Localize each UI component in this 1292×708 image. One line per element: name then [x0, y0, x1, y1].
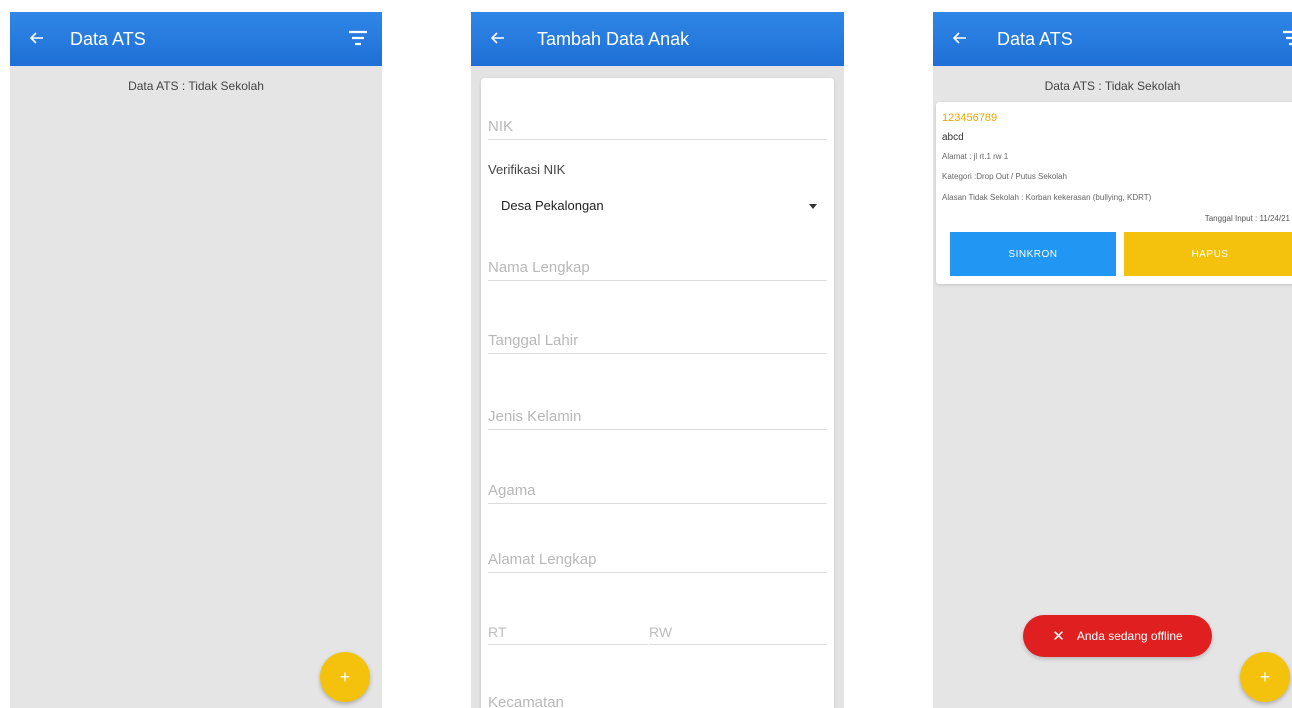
list-subtitle: Data ATS : Tidak Sekolah — [128, 79, 264, 93]
card-alasan: Alasan Tidak Sekolah : Korban kekerasan … — [942, 193, 1152, 202]
verifikasi-nik-label: Verifikasi NIK — [488, 162, 566, 177]
rt-input[interactable] — [488, 624, 648, 640]
screen-tambah-data-anak: Tambah Data Anak Verifikasi NIK Desa Pek… — [471, 12, 844, 708]
card-tanggal-input: Tanggal Input : 11/24/21 — [1204, 214, 1290, 223]
nik-field[interactable] — [488, 100, 827, 140]
sinkron-button[interactable]: SINKRON — [950, 232, 1116, 276]
back-arrow-icon[interactable] — [26, 26, 48, 50]
page-title: Data ATS — [70, 29, 146, 49]
agama-input[interactable] — [488, 482, 827, 499]
add-fab-button[interactable]: + — [1240, 652, 1290, 702]
hapus-button[interactable]: HAPUS — [1124, 232, 1292, 276]
back-arrow-icon[interactable] — [487, 26, 509, 50]
card-kategori: Kategori :Drop Out / Putus Sekolah — [942, 172, 1067, 181]
plus-icon: + — [339, 666, 351, 687]
tanggal-lahir-field[interactable] — [488, 314, 827, 354]
nama-lengkap-field[interactable] — [488, 241, 827, 281]
screen-data-ats-empty: Data ATS Data ATS : Tidak Sekolah + — [10, 12, 382, 708]
kecamatan-input[interactable] — [488, 694, 827, 708]
add-fab-button[interactable]: + — [320, 652, 370, 702]
jenis-kelamin-input[interactable] — [488, 408, 827, 425]
filter-icon[interactable] — [347, 28, 369, 48]
list-subtitle: Data ATS : Tidak Sekolah — [1044, 79, 1181, 93]
tanggal-lahir-input[interactable] — [488, 332, 827, 349]
close-icon: ✕ — [1052, 628, 1065, 645]
offline-toast: ✕ Anda sedang offline — [1023, 615, 1212, 657]
rw-input[interactable] — [649, 624, 827, 640]
card-name: abcd — [942, 132, 964, 143]
app-bar: Data ATS — [10, 12, 382, 66]
jenis-kelamin-field[interactable] — [488, 390, 827, 430]
screen-data-ats-list: Data ATS Data ATS : Tidak Sekolah 123456… — [933, 12, 1292, 708]
agama-field[interactable] — [488, 464, 827, 504]
alamat-lengkap-field[interactable] — [488, 533, 827, 573]
nama-lengkap-input[interactable] — [488, 259, 827, 276]
app-bar: Data ATS — [933, 12, 1292, 66]
card-alamat: Alamat : jl rt.1 rw 1 — [942, 152, 1009, 161]
rt-field[interactable] — [488, 605, 648, 645]
rw-field[interactable] — [649, 605, 827, 645]
alamat-lengkap-input[interactable] — [488, 551, 827, 568]
page-title: Tambah Data Anak — [537, 29, 690, 49]
card-nik: 123456789 — [942, 112, 998, 124]
filter-icon[interactable] — [1281, 28, 1292, 48]
desa-select[interactable]: Desa Pekalongan — [501, 195, 817, 219]
dropdown-caret-icon — [809, 204, 817, 209]
page-title: Data ATS — [997, 29, 1073, 49]
app-bar: Tambah Data Anak — [471, 12, 844, 66]
plus-icon: + — [1259, 666, 1271, 687]
form-card: Verifikasi NIK Desa Pekalongan — [481, 78, 834, 708]
back-arrow-icon[interactable] — [949, 26, 971, 50]
kecamatan-field[interactable] — [488, 675, 827, 708]
list-item[interactable]: 123456789 abcd Alamat : jl rt.1 rw 1 Kat… — [936, 102, 1292, 284]
toast-message: Anda sedang offline — [1076, 629, 1183, 643]
desa-select-value: Desa Pekalongan — [501, 198, 604, 213]
nik-input[interactable] — [488, 118, 827, 135]
